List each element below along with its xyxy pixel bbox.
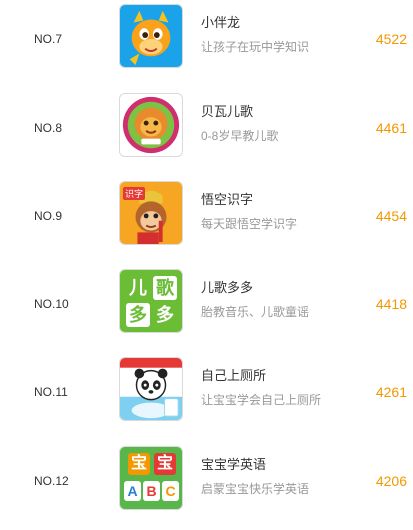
app-description: 每天跟悟空学识字 (201, 217, 298, 231)
app-description: 胎教音乐、儿歌童谣 (201, 305, 310, 319)
icon-char: 多 (156, 305, 174, 325)
panda-toilet-app-icon[interactable] (119, 357, 183, 421)
icon-char: B (143, 481, 160, 501)
abc-blocks-app-icon[interactable]: 宝 宝 A B C (119, 446, 183, 510)
monkey-king-app-icon[interactable]: 识字 (119, 181, 183, 245)
app-description: 0-8岁早教儿歌 (201, 129, 279, 143)
icon-char: 宝 (154, 453, 176, 475)
app-score: 4261 (375, 384, 407, 400)
app-score: 4461 (375, 120, 407, 136)
app-ranking-list: NO.7 小伴龙 让孩子在玩中学知识 4522 NO.8 贝瓦儿歌 0-8岁早教… (0, 0, 413, 512)
app-description: 启蒙宝宝快乐学英语 (201, 482, 310, 496)
app-name[interactable]: 宝宝学英语 (201, 454, 266, 473)
icon-badge-text: 识字 (123, 187, 146, 200)
icon-char: 儿 (129, 278, 147, 298)
list-item[interactable]: NO.8 贝瓦儿歌 0-8岁早教儿歌 4461 (0, 89, 413, 177)
app-score: 4418 (375, 296, 407, 312)
rank-label: NO.9 (34, 209, 63, 223)
rank-label: NO.8 (34, 121, 63, 135)
app-score: 4206 (375, 473, 407, 489)
app-name[interactable]: 贝瓦儿歌 (201, 101, 253, 120)
rank-label: NO.11 (34, 385, 68, 399)
app-name[interactable]: 小伴龙 (201, 12, 240, 31)
dragon-app-icon[interactable] (119, 4, 183, 68)
list-item[interactable]: NO.10 儿 歌 多 多 儿歌多多 胎教音乐、儿歌童谣 4418 (0, 265, 413, 353)
list-item[interactable]: NO.7 小伴龙 让孩子在玩中学知识 4522 (0, 0, 413, 88)
list-item[interactable]: NO.9 识字 悟空识字 每天跟悟空学识字 4454 (0, 177, 413, 265)
app-score: 4522 (375, 31, 407, 47)
app-name[interactable]: 自己上厕所 (201, 365, 266, 384)
app-score: 4454 (375, 208, 407, 224)
rank-label: NO.10 (34, 297, 69, 311)
icon-char: C (162, 481, 179, 501)
list-item[interactable]: NO.11 自己上厕所 让宝宝学会自己上厕所 4261 (0, 353, 413, 441)
rank-label: NO.12 (34, 474, 69, 488)
beiwa-lion-app-icon[interactable] (119, 93, 183, 157)
app-description: 让孩子在玩中学知识 (201, 40, 310, 54)
icon-char: 多 (126, 303, 150, 327)
erge-duoduo-app-icon[interactable]: 儿 歌 多 多 (119, 269, 183, 333)
list-item[interactable]: NO.12 宝 宝 A B C 宝宝学英语 启蒙宝宝快乐学英语 4206 (0, 442, 413, 530)
app-description: 让宝宝学会自己上厕所 (201, 393, 322, 407)
app-name[interactable]: 儿歌多多 (201, 277, 253, 296)
icon-char: A (124, 481, 141, 501)
icon-char: 宝 (128, 453, 150, 475)
rank-label: NO.7 (34, 32, 63, 46)
app-name[interactable]: 悟空识字 (201, 189, 253, 208)
icon-char: 歌 (153, 276, 177, 300)
